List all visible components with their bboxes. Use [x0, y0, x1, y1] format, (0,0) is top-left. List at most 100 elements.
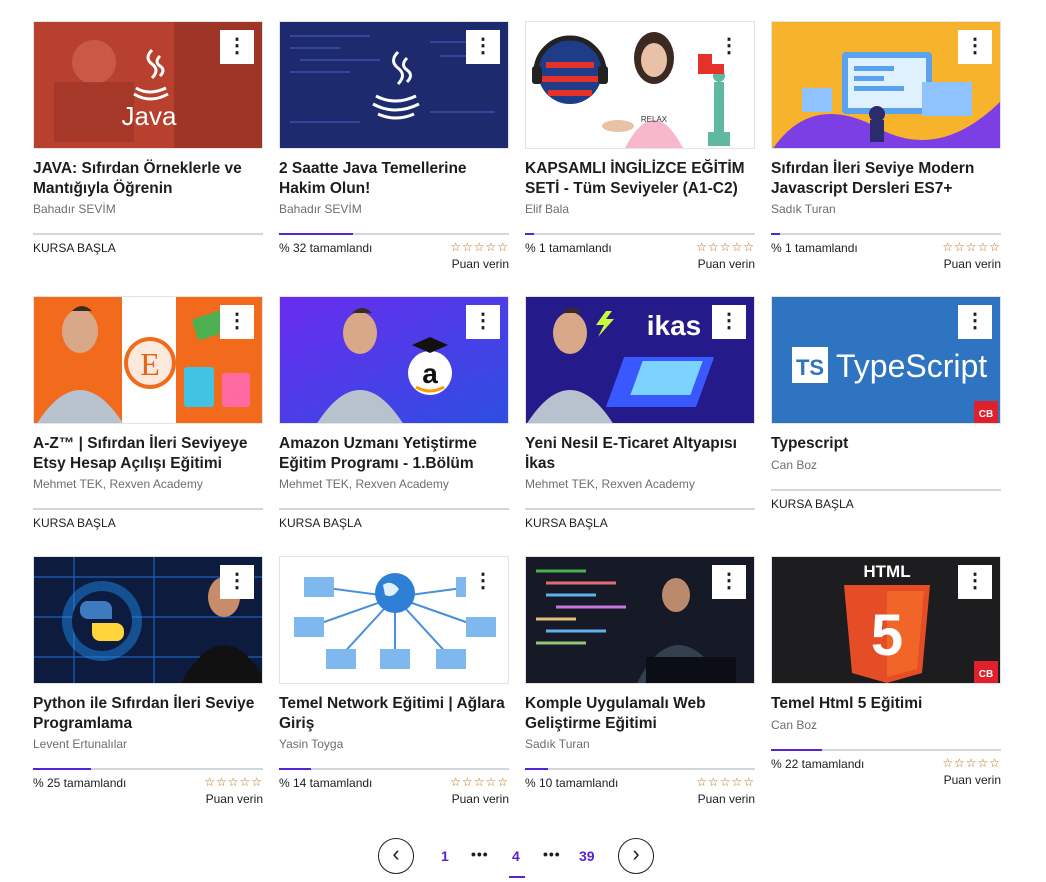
- course-title[interactable]: Typescript: [771, 434, 1001, 454]
- course-thumbnail[interactable]: ⋮: [33, 556, 263, 684]
- rating-stars[interactable]: ☆☆☆☆☆: [450, 240, 509, 254]
- current-page-indicator: [509, 876, 525, 878]
- kebab-icon: ⋮: [473, 35, 493, 57]
- rate-link[interactable]: Puan verin: [698, 792, 755, 806]
- previous-page-button[interactable]: ‹: [378, 838, 414, 874]
- course-instructor: Levent Ertunalılar: [33, 737, 128, 751]
- course-options-button[interactable]: ⋮: [958, 565, 992, 599]
- thumb-text: TypeScript: [836, 348, 987, 384]
- rate-link[interactable]: Puan verin: [944, 773, 1001, 787]
- rate-link[interactable]: Puan verin: [452, 792, 509, 806]
- course-thumbnail[interactable]: HTML 5 CB ⋮: [771, 556, 1001, 684]
- course-thumbnail[interactable]: ⋮: [279, 556, 509, 684]
- course-card[interactable]: TS TypeScript CB ⋮ Typescript Can Boz KU…: [771, 296, 1001, 516]
- course-thumbnail[interactable]: RELAX ⋮: [525, 21, 755, 149]
- chevron-right-icon: ›: [632, 841, 640, 866]
- course-options-button[interactable]: ⋮: [466, 565, 500, 599]
- course-title[interactable]: Komple Uygulamalı Web Geliştirme Eğitimi: [525, 694, 755, 733]
- pagination-ellipsis: •••: [471, 846, 489, 862]
- course-thumbnail[interactable]: Java ⋮: [33, 21, 263, 149]
- rating-stars[interactable]: ☆☆☆☆☆: [696, 775, 755, 789]
- course-card[interactable]: ⋮ Temel Network Eğitimi | Ağlara Giriş Y…: [279, 556, 509, 806]
- course-options-button[interactable]: ⋮: [712, 565, 746, 599]
- course-options-button[interactable]: ⋮: [958, 30, 992, 64]
- course-card[interactable]: a ⋮ Amazon Uzmanı Yetiştirme Eğitim Prog…: [279, 296, 509, 536]
- start-course-link[interactable]: KURSA BAŞLA: [33, 241, 116, 255]
- progress-fill: [525, 768, 548, 770]
- course-title[interactable]: Temel Network Eğitimi | Ağlara Giriş: [279, 694, 509, 733]
- kebab-icon: ⋮: [719, 570, 739, 592]
- thumb-text: HTML: [863, 562, 910, 581]
- course-title[interactable]: Temel Html 5 Eğitimi: [771, 694, 1001, 714]
- course-title[interactable]: 2 Saatte Java Temellerine Hakim Olun!: [279, 159, 509, 198]
- start-course-link[interactable]: KURSA BAŞLA: [771, 497, 854, 511]
- course-options-button[interactable]: ⋮: [466, 305, 500, 339]
- thumb-text: E: [140, 346, 160, 382]
- course-options-button[interactable]: ⋮: [220, 30, 254, 64]
- rating-stars[interactable]: ☆☆☆☆☆: [696, 240, 755, 254]
- course-card[interactable]: E ⋮ A-Z™ | Sıfırdan İleri Seviyeye Etsy …: [33, 296, 263, 536]
- start-course-link[interactable]: KURSA BAŞLA: [279, 516, 362, 530]
- thumb-text: RELAX: [641, 115, 668, 124]
- rate-link[interactable]: Puan verin: [698, 257, 755, 271]
- course-title[interactable]: KAPSAMLI İNGİLİZCE EĞİTİM SETİ - Tüm Sev…: [525, 159, 755, 198]
- last-page-link[interactable]: 39: [579, 848, 595, 864]
- kebab-icon: ⋮: [965, 35, 985, 57]
- course-thumbnail[interactable]: ikas ⋮: [525, 296, 755, 424]
- course-card[interactable]: HTML 5 CB ⋮ Temel Html 5 Eğitimi Can Boz…: [771, 556, 1001, 787]
- course-card[interactable]: ⋮ Komple Uygulamalı Web Geliştirme Eğiti…: [525, 556, 755, 806]
- current-page[interactable]: 4: [512, 848, 520, 864]
- rating-stars[interactable]: ☆☆☆☆☆: [204, 775, 263, 789]
- course-card[interactable]: ikas ⋮ Yeni Nesil E-Ticaret Altyapısı İk…: [525, 296, 755, 536]
- course-thumbnail[interactable]: ⋮: [279, 21, 509, 149]
- kebab-icon: ⋮: [227, 570, 247, 592]
- pagination: ‹ 1 ••• 4 ••• 39 ›: [0, 838, 1046, 882]
- course-title[interactable]: A-Z™ | Sıfırdan İleri Seviyeye Etsy Hesa…: [33, 434, 263, 473]
- progress-bar: [771, 489, 1001, 491]
- page-1-link[interactable]: 1: [441, 848, 449, 864]
- progress-bar: [279, 768, 509, 770]
- course-title[interactable]: Python ile Sıfırdan İleri Seviye Program…: [33, 694, 263, 733]
- rating-stars[interactable]: ☆☆☆☆☆: [450, 775, 509, 789]
- course-options-button[interactable]: ⋮: [958, 305, 992, 339]
- rate-link[interactable]: Puan verin: [206, 792, 263, 806]
- progress-text: % 32 tamamlandı: [279, 241, 373, 255]
- course-instructor: Yasin Toyga: [279, 737, 344, 751]
- course-options-button[interactable]: ⋮: [712, 305, 746, 339]
- course-options-button[interactable]: ⋮: [466, 30, 500, 64]
- course-thumbnail[interactable]: E ⋮: [33, 296, 263, 424]
- course-thumbnail[interactable]: TS TypeScript CB ⋮: [771, 296, 1001, 424]
- thumb-text: a: [422, 358, 438, 389]
- course-title[interactable]: Sıfırdan İleri Seviye Modern Javascript …: [771, 159, 1001, 198]
- course-card[interactable]: ⋮ 2 Saatte Java Temellerine Hakim Olun! …: [279, 21, 509, 271]
- course-options-button[interactable]: ⋮: [712, 30, 746, 64]
- course-title[interactable]: Yeni Nesil E-Ticaret Altyapısı İkas: [525, 434, 755, 473]
- course-card[interactable]: Java ⋮ JAVA: Sıfırdan Örneklerle ve Mant…: [33, 21, 263, 261]
- kebab-icon: ⋮: [719, 35, 739, 57]
- course-instructor: Elif Bala: [525, 202, 570, 216]
- course-title[interactable]: JAVA: Sıfırdan Örneklerle ve Mantığıyla …: [33, 159, 263, 198]
- progress-text: % 25 tamamlandı: [33, 776, 127, 790]
- rating-stars[interactable]: ☆☆☆☆☆: [942, 756, 1001, 770]
- thumb-logo: CB: [979, 669, 993, 680]
- rate-link[interactable]: Puan verin: [944, 257, 1001, 271]
- rating-stars[interactable]: ☆☆☆☆☆: [942, 240, 1001, 254]
- svg-text:5: 5: [871, 603, 903, 668]
- course-card[interactable]: ⋮ Python ile Sıfırdan İleri Seviye Progr…: [33, 556, 263, 806]
- start-course-link[interactable]: KURSA BAŞLA: [33, 516, 116, 530]
- course-title[interactable]: Amazon Uzmanı Yetiştirme Eğitim Programı…: [279, 434, 509, 473]
- course-options-button[interactable]: ⋮: [220, 305, 254, 339]
- start-course-link[interactable]: KURSA BAŞLA: [525, 516, 608, 530]
- course-instructor: Can Boz: [771, 458, 818, 472]
- course-thumbnail[interactable]: ⋮: [771, 21, 1001, 149]
- course-card[interactable]: RELAX ⋮ KAPSAMLI İNGİLİZCE EĞİTİM SETİ -…: [525, 21, 755, 271]
- rate-link[interactable]: Puan verin: [452, 257, 509, 271]
- course-options-button[interactable]: ⋮: [220, 565, 254, 599]
- next-page-button[interactable]: ›: [618, 838, 654, 874]
- course-thumbnail[interactable]: ⋮: [525, 556, 755, 684]
- course-card[interactable]: ⋮ Sıfırdan İleri Seviye Modern Javascrip…: [771, 21, 1001, 271]
- kebab-icon: ⋮: [965, 310, 985, 332]
- course-thumbnail[interactable]: a ⋮: [279, 296, 509, 424]
- course-instructor: Bahadır SEVİM: [279, 202, 362, 216]
- progress-fill: [771, 233, 781, 235]
